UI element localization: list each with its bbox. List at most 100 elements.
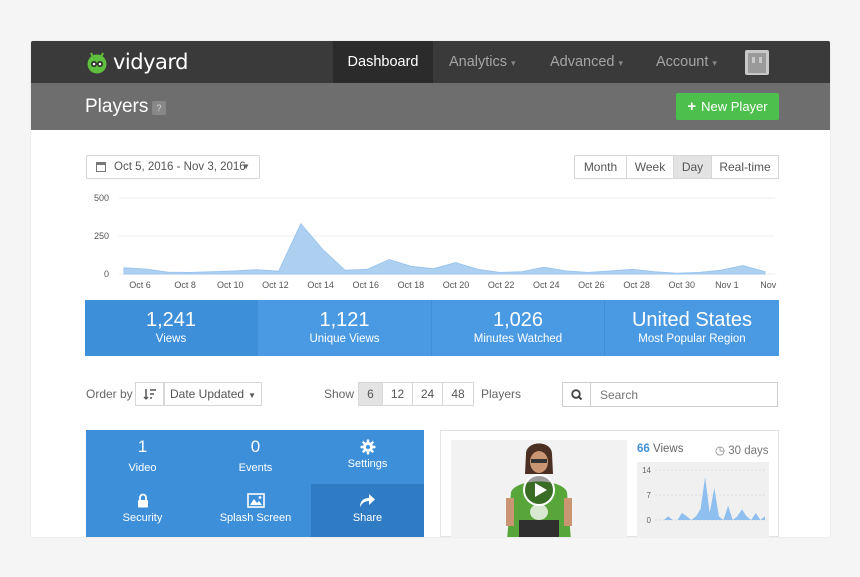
show-option-label: 48 (451, 387, 465, 401)
period-realtime-label: Real-time (719, 160, 771, 174)
player-card-actions: 1 Video 0 Events Settings Security Splas… (86, 430, 424, 537)
x-tick-label: Oct 10 (217, 280, 244, 290)
views-label: Views (653, 443, 684, 455)
order-by-value: Date Updated (170, 387, 245, 401)
days-label: 30 days (728, 445, 769, 457)
tile-events[interactable]: 0 Events (199, 430, 312, 484)
mini-views-chart: 14 7 0 (637, 462, 769, 537)
new-player-button[interactable]: + New Player (676, 93, 779, 120)
show-48-option[interactable]: 48 (442, 382, 474, 406)
play-icon[interactable] (522, 473, 556, 507)
nav-analytics[interactable]: Analytics ▾ (449, 41, 516, 83)
date-range-picker[interactable]: Oct 5, 2016 - Nov 3, 2016 ▼ (86, 155, 260, 179)
new-player-label: New Player (701, 99, 768, 114)
tile-security[interactable]: Security (86, 484, 199, 537)
views-area-series (123, 222, 766, 275)
user-avatar-icon (748, 53, 766, 73)
y-tick-label: 500 (94, 193, 109, 203)
stat-value: 1,026 (492, 309, 544, 331)
x-tick-label: Oct 12 (262, 280, 289, 290)
show-option-label: 24 (420, 387, 435, 401)
period-day[interactable]: Day (673, 155, 712, 179)
time-range: ◷ 30 days (715, 443, 769, 457)
clock-icon: ◷ (715, 445, 726, 457)
chevron-down-icon: ▾ (618, 58, 624, 68)
x-tick-label: Nov 3 (760, 280, 779, 290)
views-number: 66 (637, 443, 650, 455)
nav-advanced[interactable]: Advanced ▾ (550, 41, 623, 83)
page-header: Players ? + New Player (31, 83, 830, 130)
x-tick-label: Oct 22 (488, 280, 515, 290)
app-frame: vidyard Dashboard Analytics ▾ Advanced ▾ A… (31, 41, 830, 537)
mini-y-tick-label: 7 (647, 491, 652, 500)
image-icon (246, 493, 265, 508)
search-icon (571, 389, 583, 401)
stat-value: United States (631, 309, 753, 331)
x-tick-label: Oct 16 (352, 280, 379, 290)
tile-label: Events (238, 462, 273, 474)
x-tick-label: Nov 1 (715, 280, 739, 290)
stat-value: 1,241 (145, 309, 197, 331)
x-tick-label: Oct 28 (623, 280, 650, 290)
nav-dashboard-label: Dashboard (347, 54, 419, 70)
stat-label: Most Popular Region (638, 333, 746, 345)
y-tick-label: 0 (104, 269, 109, 279)
tile-label: Splash Screen (219, 512, 292, 524)
gear-icon (360, 439, 375, 455)
x-tick-label: Oct 20 (443, 280, 470, 290)
lock-icon (137, 493, 148, 508)
stats-bar: 1,241 Views 1,121 Unique Views 1,026 Min… (85, 300, 779, 356)
logo-text: vidyard (113, 50, 188, 74)
vidyard-logo[interactable]: vidyard (85, 49, 188, 75)
show-24-option[interactable]: 24 (412, 382, 443, 406)
search-button[interactable] (562, 382, 590, 407)
x-tick-label: Oct 30 (668, 280, 695, 290)
show-6-option[interactable]: 6 (358, 382, 383, 406)
show-option-label: 6 (367, 387, 374, 401)
x-tick-label: Oct 26 (578, 280, 605, 290)
tile-video[interactable]: 1 Video (86, 430, 199, 484)
nav-account-label: Account (656, 54, 709, 70)
nav-analytics-label: Analytics (449, 54, 508, 70)
period-week[interactable]: Week (626, 155, 674, 179)
search-input[interactable] (590, 382, 778, 407)
share-arrow-icon (360, 494, 375, 507)
stat-label: Minutes Watched (473, 333, 563, 345)
sort-direction-button[interactable] (135, 382, 164, 406)
chevron-down-icon: ▼ (242, 162, 250, 171)
sort-icon (143, 389, 156, 400)
show-option-label: 12 (390, 387, 405, 401)
stat-minutes-watched[interactable]: 1,026 Minutes Watched (432, 300, 605, 356)
stat-unique-views[interactable]: 1,121 Unique Views (258, 300, 432, 356)
tile-splash-screen[interactable]: Splash Screen (199, 484, 312, 537)
avatar[interactable] (745, 50, 769, 75)
top-navbar: vidyard Dashboard Analytics ▾ Advanced ▾ A… (31, 41, 830, 83)
period-month-label: Month (583, 160, 618, 174)
players-label: Players (481, 387, 522, 401)
help-icon[interactable]: ? (152, 101, 166, 115)
order-by-dropdown[interactable]: Date Updated ▼ (164, 382, 262, 406)
period-realtime[interactable]: Real-time (711, 155, 779, 179)
tile-share[interactable]: Share (311, 484, 424, 537)
y-tick-label: 250 (94, 231, 109, 241)
mini-y-tick-label: 14 (642, 466, 651, 475)
chevron-down-icon: ▼ (248, 391, 256, 400)
period-month[interactable]: Month (574, 155, 627, 179)
tile-settings[interactable]: Settings (311, 430, 424, 484)
tile-label: Security (122, 512, 163, 524)
tile-label: Share (352, 512, 383, 524)
video-views-count: 66 Views (637, 443, 683, 455)
nav-account[interactable]: Account ▾ (656, 41, 717, 83)
stat-views[interactable]: 1,241 Views (85, 300, 258, 356)
period-day-label: Day (681, 160, 704, 174)
stat-label: Unique Views (309, 333, 380, 345)
video-thumbnail[interactable] (451, 440, 627, 537)
chevron-down-icon: ▾ (511, 58, 516, 68)
stat-value: 1,121 (319, 309, 370, 331)
calendar-icon (96, 162, 106, 172)
tile-value: 1 (137, 437, 148, 456)
show-12-option[interactable]: 12 (382, 382, 413, 406)
stat-popular-region[interactable]: United States Most Popular Region (605, 300, 779, 356)
nav-dashboard[interactable]: Dashboard (333, 41, 433, 83)
stat-label: Views (155, 333, 187, 345)
